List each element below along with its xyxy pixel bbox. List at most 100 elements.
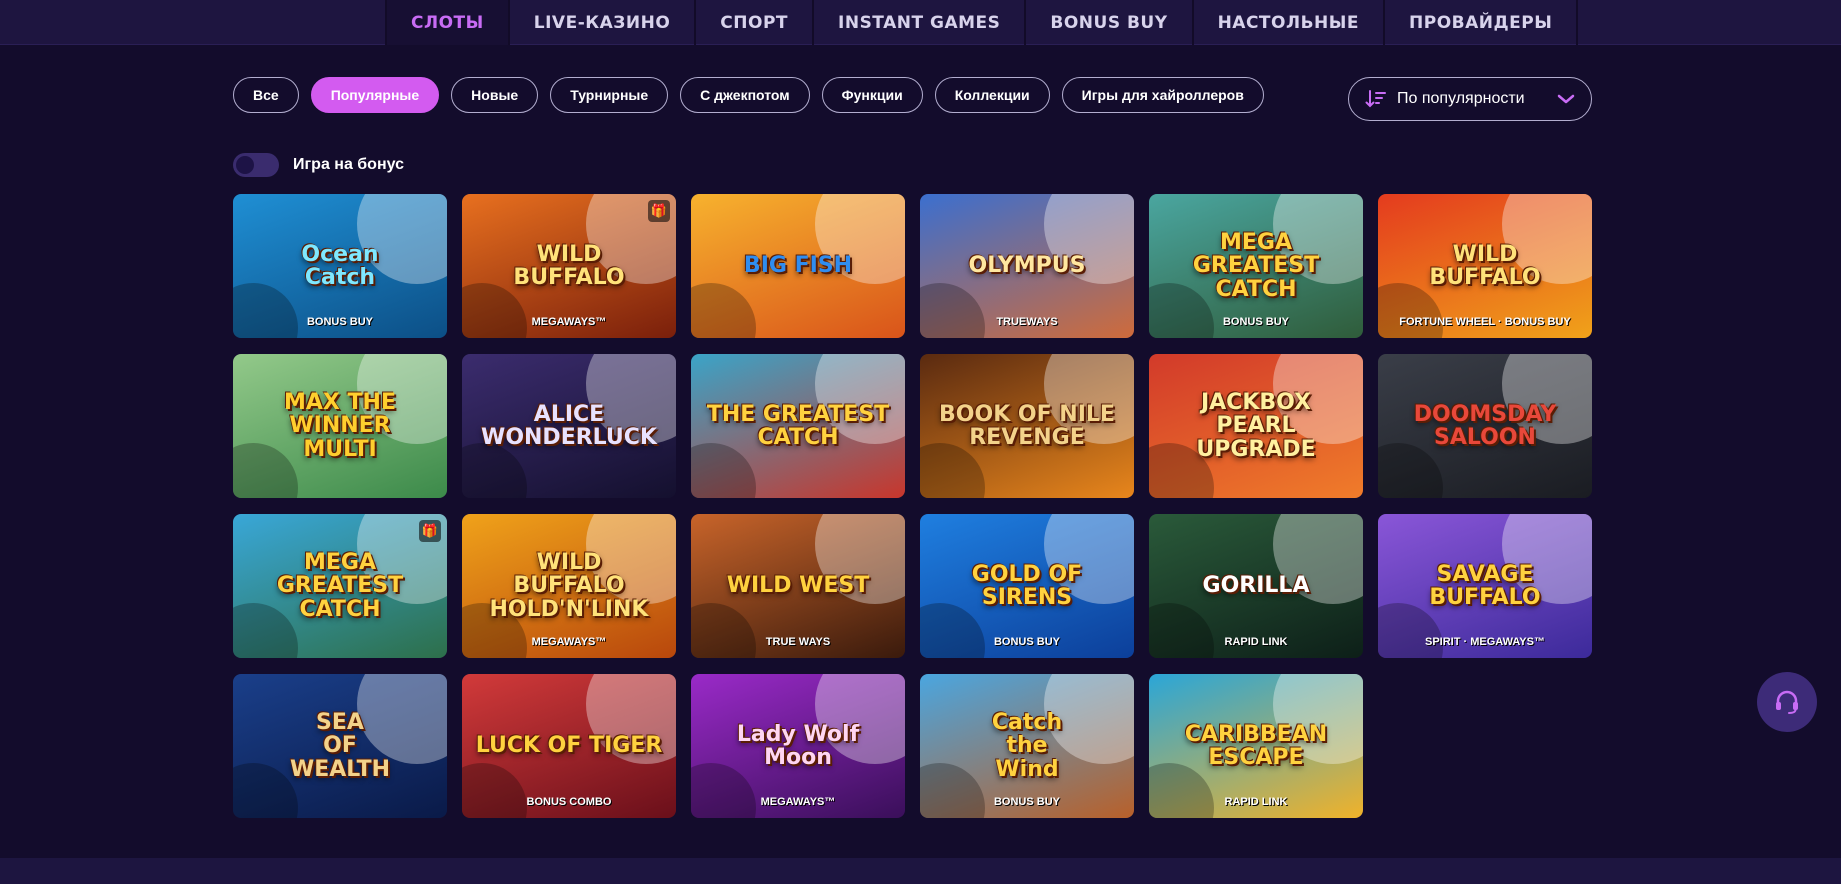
filter-pill-3[interactable]: Турнирные [550,77,669,113]
game-subtitle: FORTUNE WHEEL · BONUS BUY [1399,316,1571,328]
game-subtitle: BONUS BUY [306,316,373,328]
tile-art-shadow [920,283,985,338]
gift-icon: 🎁 [648,200,670,222]
tab-0[interactable]: СЛОТЫ [385,0,508,45]
tile-art-shadow [691,763,756,818]
tab-3[interactable]: INSTANT GAMES [812,0,1024,45]
tab-2[interactable]: СПОРТ [694,0,812,45]
game-subtitle: MEGAWAYS™ [531,636,607,648]
game-tile[interactable]: Lady Wolf Moon MEGAWAYS™ [691,674,905,818]
game-tile[interactable]: CARIBBEAN ESCAPE RAPID LINK [1149,674,1363,818]
tab-1[interactable]: LIVE-КАЗИНО [507,0,695,45]
game-tile[interactable]: WILD BUFFALO MEGAWAYS™ 🎁 [462,194,676,338]
game-tile[interactable]: SAVAGE BUFFALO SPIRIT · MEGAWAYS™ [1378,514,1592,658]
sort-label: По популярности [1397,90,1525,107]
filter-pills: Все Популярные Новые Турнирные С джекпотом Фу… [233,77,1264,113]
tile-art-shadow [691,443,756,498]
tile-art-shadow [920,763,985,818]
filter-pill-1[interactable]: Популярные [310,77,440,113]
game-title: WILD WEST [726,573,870,599]
tile-art-shadow [462,283,527,338]
bonus-toggle-switch[interactable] [233,153,279,177]
game-title: ALICE WONDERLUCK [481,401,657,450]
bonus-toggle-label: Игра на бонус [293,156,405,173]
sort-dropdown[interactable]: По популярности [1348,77,1592,121]
game-tile[interactable]: GORILLA RAPID LINK [1149,514,1363,658]
filter-pill-2[interactable]: Новые [451,77,539,113]
game-subtitle: BONUS BUY [1222,316,1289,328]
top-navigation: СЛОТЫ LIVE-КАЗИНО СПОРТ INSTANT GAMES BONUS … [0,0,1841,45]
game-subtitle: TRUE WAYS [765,636,831,648]
sort-descending-icon [1365,90,1386,108]
game-tile[interactable]: SEA OF WEALTH [233,674,447,818]
game-tile[interactable]: DOOMSDAY SALOON [1378,354,1592,498]
tile-art-shadow [691,603,756,658]
tile-art-shadow [1149,603,1214,658]
game-tile[interactable]: JACKBOX PEARL UPGRADE [1149,354,1363,498]
game-title: MAX THE WINNER MULTI [284,390,396,462]
bonus-toggle-row: Игра на бонус [233,153,404,177]
game-title: JACKBOX PEARL UPGRADE [1196,390,1316,462]
tile-art-shadow [462,763,527,818]
game-title: WILD BUFFALO HOLD'N'LINK [489,550,649,622]
game-tile[interactable]: MEGA GREATEST CATCH 🎁 [233,514,447,658]
game-tile[interactable]: THE GREATEST CATCH [691,354,905,498]
filter-pill-0[interactable]: Все [233,77,299,113]
game-tile[interactable]: Catch the Wind BONUS BUY [920,674,1134,818]
game-subtitle: SPIRIT · MEGAWAYS™ [1424,636,1545,648]
game-title: GOLD OF SIRENS [971,561,1083,610]
filter-pill-5[interactable]: Функции [821,77,923,113]
game-tile[interactable]: OLYMPUS TRUEWAYS [920,194,1134,338]
game-subtitle: MEGAWAYS™ [531,316,607,328]
game-grid: Ocean Catch BONUS BUY WILD BUFFALO MEGAWAYS… [233,194,1592,818]
tab-4[interactable]: BONUS BUY [1024,0,1191,45]
game-subtitle: BONUS BUY [993,636,1060,648]
game-title: SAVAGE BUFFALO [1429,561,1541,610]
game-tile[interactable]: WILD WEST TRUE WAYS [691,514,905,658]
game-subtitle: BONUS BUY [993,796,1060,808]
category-tabs: СЛОТЫ LIVE-КАЗИНО СПОРТ INSTANT GAMES BONUS … [385,0,1579,45]
game-tile[interactable]: WILD BUFFALO HOLD'N'LINK MEGAWAYS™ [462,514,676,658]
game-title: DOOMSDAY SALOON [1413,401,1557,450]
gift-icon: 🎁 [419,520,441,542]
game-tile[interactable]: WILD BUFFALO FORTUNE WHEEL · BONUS BUY [1378,194,1592,338]
tile-art-shadow [462,443,527,498]
tile-art-shadow [920,443,985,498]
support-chat-button[interactable] [1757,672,1817,732]
tab-5[interactable]: НАСТОЛЬНЫЕ [1191,0,1383,45]
game-title: MEGA GREATEST CATCH [276,550,404,622]
tile-art-shadow [1149,763,1214,818]
game-subtitle: RAPID LINK [1224,796,1288,808]
game-title: OLYMPUS [968,253,1086,279]
game-title: THE GREATEST CATCH [706,401,890,450]
game-tile[interactable]: Ocean Catch BONUS BUY [233,194,447,338]
game-title: GORILLA [1202,573,1310,599]
game-tile[interactable]: BIG FISH [691,194,905,338]
tile-art-shadow [1378,603,1443,658]
tab-6[interactable]: ПРОВАЙДЕРЫ [1383,0,1579,45]
game-tile[interactable]: LUCK OF TIGER BONUS COMBO [462,674,676,818]
game-title: WILD BUFFALO [1429,241,1541,290]
filter-pill-6[interactable]: Коллекции [934,77,1050,113]
game-tile[interactable]: ALICE WONDERLUCK [462,354,676,498]
game-tile[interactable]: BOOK OF NILE REVENGE [920,354,1134,498]
game-tile[interactable]: MEGA GREATEST CATCH BONUS BUY [1149,194,1363,338]
toggle-knob [236,156,254,174]
filter-pill-7[interactable]: Игры для хайроллеров [1061,77,1264,113]
game-title: Catch the Wind [991,710,1063,782]
game-subtitle: TRUEWAYS [996,316,1058,328]
game-tile[interactable]: GOLD OF SIRENS BONUS BUY [920,514,1134,658]
chevron-down-icon [1557,94,1575,104]
game-title: Ocean Catch [301,241,379,290]
game-title: SEA OF WEALTH [289,710,391,782]
game-title: MEGA GREATEST CATCH [1192,230,1320,302]
game-tile[interactable]: MAX THE WINNER MULTI [233,354,447,498]
tile-art-shadow [233,283,298,338]
filter-pill-4[interactable]: С джекпотом [680,77,810,113]
game-title: Lady Wolf Moon [736,721,860,770]
game-title: CARIBBEAN ESCAPE [1184,721,1328,770]
tile-art-shadow [1378,283,1443,338]
game-title: BIG FISH [743,253,853,279]
footer-strip [0,858,1841,884]
headset-icon [1776,690,1798,714]
